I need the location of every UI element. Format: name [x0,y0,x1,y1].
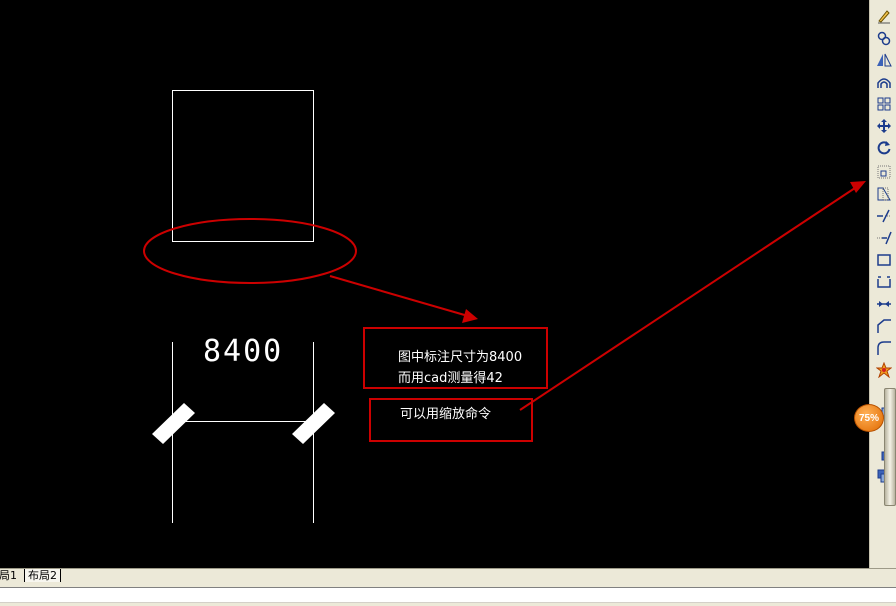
fillet-icon [877,341,891,355]
chamfer-icon [877,319,891,333]
arrow-line-2 [519,185,859,411]
chamfer-button[interactable] [874,316,894,336]
break-button[interactable] [874,272,894,292]
stretch-icon [877,187,891,201]
scale-icon [877,165,891,179]
break-at-point-button[interactable] [874,250,894,270]
join-icon [877,301,891,307]
mirror-button[interactable] [874,50,894,70]
rotate-button[interactable] [874,138,894,158]
rotate-icon [877,141,891,155]
layout-tab-bar: 局1 布局2 [0,568,896,583]
zoom-level-badge[interactable]: 75% [854,404,884,432]
join-button[interactable] [874,294,894,314]
extend-icon [877,231,892,245]
arrow-head-2 [850,181,866,193]
annotation-text-line1: 图中标注尺寸为8400 [398,350,523,365]
fillet-button[interactable] [874,338,894,358]
move-button[interactable] [874,116,894,136]
array-button[interactable] [874,94,894,114]
stretch-button[interactable] [874,184,894,204]
command-line-input[interactable] [0,587,896,603]
extend-button[interactable] [874,228,894,248]
array-icon [877,97,891,111]
arrow-head-1 [462,309,478,323]
scale-button[interactable] [874,162,894,182]
offset-icon [877,78,891,88]
offset-button[interactable] [874,72,894,92]
toolbar-scroll-handle[interactable] [884,388,896,506]
break-icon [877,276,891,288]
annotation-text-line3: 可以用缩放命令 [400,407,492,422]
tab-layout2[interactable]: 布局2 [24,569,61,582]
tab-layout1[interactable]: 局1 [0,569,20,582]
drawing-canvas[interactable]: 8400 图中标注尺寸为8400 而用cad测量得42 可以用缩放命令 [0,0,868,568]
trim-icon [877,209,890,223]
erase-icon [878,10,890,24]
command-line-area [0,583,896,606]
copy-icon [877,31,891,46]
trim-button[interactable] [874,206,894,226]
mirror-icon [877,53,892,67]
arrow-line-1 [329,275,469,317]
move-icon [877,119,891,133]
dimension-tick-left [152,403,195,444]
highlight-ellipse [143,218,357,284]
copy-button[interactable] [874,28,894,48]
erase-button[interactable] [874,6,894,26]
explode-icon [876,362,892,378]
drawing-area [143,90,866,523]
dimension-text[interactable]: 8400 [203,334,283,369]
annotation-text-line2: 而用cad测量得42 [398,371,503,386]
break-at-point-icon [877,254,891,266]
explode-button[interactable] [874,360,894,380]
